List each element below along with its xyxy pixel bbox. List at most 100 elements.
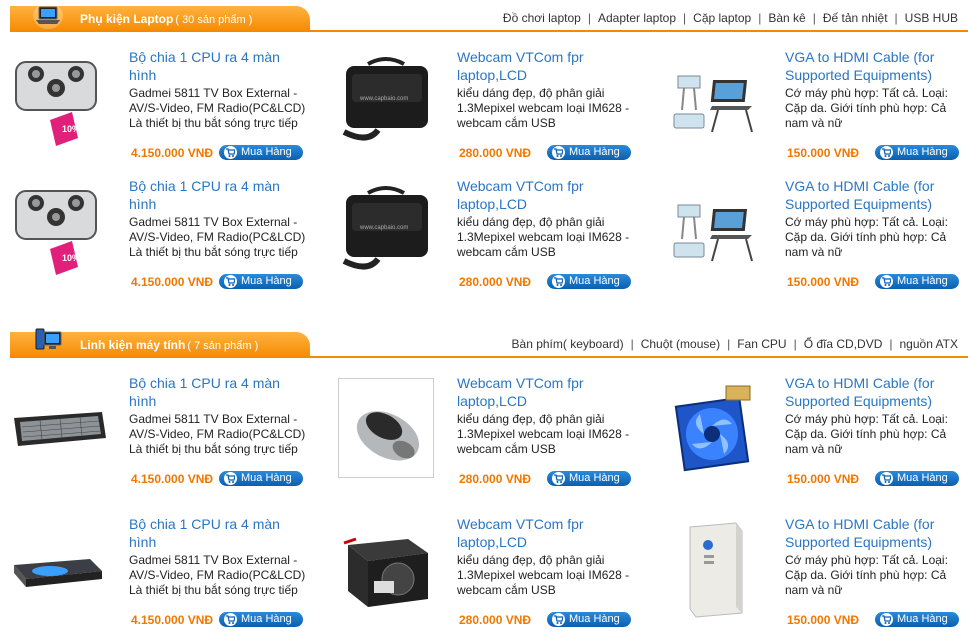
keyboard-image: [14, 412, 106, 446]
product-description: kiểu dáng đẹp, độ phân giải 1.3Mepixel w…: [457, 86, 630, 130]
buy-button[interactable]: Mua Hàng: [875, 145, 959, 160]
product-info: Bộ chia 1 CPU ra 4 màn hình Gadmei 5811 …: [129, 515, 309, 598]
product-name-link[interactable]: VGA to HDMI Cable (for Supported Equipme…: [785, 177, 965, 213]
category-link[interactable]: Bàn kê: [768, 11, 805, 25]
product-image[interactable]: [10, 519, 106, 619]
section-count: ( 30 sản phẩm ): [175, 14, 253, 26]
buy-button-label: Mua Hàng: [569, 472, 620, 484]
buy-button[interactable]: Mua Hàng: [875, 471, 959, 486]
product-description: kiểu dáng đẹp, độ phân giải 1.3Mepixel w…: [457, 412, 630, 456]
product-name-link[interactable]: Webcam VTCom fpr laptop,LCD: [457, 515, 637, 551]
product-bottom: 150.000 VNĐ Mua Hàng: [785, 470, 965, 488]
product-image[interactable]: www.capbaio.com: [338, 52, 434, 152]
product-image[interactable]: [338, 378, 434, 478]
product-card: VGA to HDMI Cable (for Supported Equipme…: [666, 177, 966, 292]
product-card: Webcam VTCom fpr laptop,LCD kiểu dáng đẹ…: [338, 374, 638, 489]
product-description: Cớ máy phù hợp: Tất cả. Loại: Cặp da. Gi…: [785, 86, 948, 130]
product-info: Bộ chia 1 CPU ra 4 màn hình Gadmei 5811 …: [129, 374, 309, 457]
category-link[interactable]: Chuột (mouse): [641, 337, 720, 351]
product-name-link[interactable]: VGA to HDMI Cable (for Supported Equipme…: [785, 374, 965, 410]
product-description: Gadmei 5811 TV Box External - AV/S-Video…: [129, 86, 306, 130]
buy-button-label: Mua Hàng: [897, 275, 948, 287]
buy-button[interactable]: Mua Hàng: [547, 145, 631, 160]
buy-button[interactable]: Mua Hàng: [219, 612, 303, 627]
buy-button[interactable]: Mua Hàng: [219, 274, 303, 289]
cart-icon: [880, 146, 893, 159]
product-name-link[interactable]: Bộ chia 1 CPU ra 4 màn hình: [129, 48, 309, 84]
watermark-text: www.capbaio.com: [359, 225, 408, 231]
category-link[interactable]: Đồ chơi laptop: [503, 11, 581, 25]
cart-icon: [552, 472, 565, 485]
section-header: Phụ kiện Laptop( 30 sản phẩm ) Đồ chơi l…: [10, 3, 968, 32]
laptop-bag-image: www.capbaio.com: [342, 186, 428, 270]
product-image[interactable]: [10, 378, 106, 478]
product-info: Webcam VTCom fpr laptop,LCD kiểu dáng đẹ…: [457, 515, 637, 598]
cart-icon: [880, 613, 893, 626]
link-separator: |: [812, 11, 816, 25]
category-link[interactable]: Adapter laptop: [598, 11, 676, 25]
product-bottom: 280.000 VNĐ Mua Hàng: [457, 144, 637, 162]
product-name-link[interactable]: VGA to HDMI Cable (for Supported Equipme…: [785, 48, 965, 84]
buy-button-label: Mua Hàng: [569, 275, 620, 287]
product-image[interactable]: [666, 181, 762, 281]
product-name-link[interactable]: Webcam VTCom fpr laptop,LCD: [457, 177, 637, 213]
product-price: 150.000 VNĐ: [787, 146, 860, 160]
cart-icon: [224, 146, 237, 159]
product-image[interactable]: [666, 378, 762, 478]
laptop-icon: [33, 3, 63, 29]
buy-button-label: Mua Hàng: [897, 472, 948, 484]
section-title-text: Phụ kiện Laptop: [80, 12, 174, 26]
buy-button[interactable]: Mua Hàng: [219, 145, 303, 160]
product-image[interactable]: 10%: [10, 52, 106, 152]
product-name-link[interactable]: Webcam VTCom fpr laptop,LCD: [457, 374, 637, 410]
product-info: Webcam VTCom fpr laptop,LCD kiểu dáng đẹ…: [457, 177, 637, 260]
product-name-link[interactable]: Bộ chia 1 CPU ra 4 màn hình: [129, 374, 309, 410]
buy-button[interactable]: Mua Hàng: [547, 274, 631, 289]
product-image[interactable]: [666, 519, 762, 619]
product-image[interactable]: [338, 519, 434, 619]
buy-button-label: Mua Hàng: [241, 613, 292, 625]
link-separator: |: [758, 11, 762, 25]
section-laptop-accessories: Phụ kiện Laptop( 30 sản phẩm ) Đồ chơi l…: [10, 3, 968, 32]
product-card: www.capbaio.com Webcam VTCom fpr laptop,…: [338, 48, 638, 163]
product-info: Webcam VTCom fpr laptop,LCD kiểu dáng đẹ…: [457, 374, 637, 457]
product-image[interactable]: www.capbaio.com: [338, 181, 434, 281]
category-link[interactable]: USB HUB: [905, 11, 958, 25]
product-name-link[interactable]: Webcam VTCom fpr laptop,LCD: [457, 48, 637, 84]
cpu-fan-image: [674, 385, 751, 472]
ups-image: [689, 522, 743, 618]
buy-button[interactable]: Mua Hàng: [547, 471, 631, 486]
buy-button[interactable]: Mua Hàng: [875, 274, 959, 289]
dvd-drive-image: [14, 559, 102, 587]
desktop-computer-icon: [35, 328, 62, 350]
product-card: Webcam VTCom fpr laptop,LCD kiểu dáng đẹ…: [338, 515, 638, 630]
product-bottom: 280.000 VNĐ Mua Hàng: [457, 611, 637, 629]
watermark-text: www.capbaio.com: [359, 96, 408, 102]
product-image[interactable]: [666, 52, 762, 152]
category-link[interactable]: Đế tản nhiệt: [823, 11, 888, 25]
product-name-link[interactable]: VGA to HDMI Cable (for Supported Equipme…: [785, 515, 965, 551]
buy-button-label: Mua Hàng: [241, 472, 292, 484]
product-price: 280.000 VNĐ: [459, 146, 532, 160]
buy-button[interactable]: Mua Hàng: [875, 612, 959, 627]
category-link[interactable]: Cặp laptop: [693, 11, 751, 25]
product-bottom: 4.150.000 VNĐ Mua Hàng: [129, 611, 309, 629]
category-link[interactable]: Fan CPU: [737, 337, 786, 351]
buy-button[interactable]: Mua Hàng: [547, 612, 631, 627]
product-image[interactable]: 10%: [10, 181, 106, 281]
product-card: 10% Bộ chia 1 CPU ra 4 màn hình Gadmei 5…: [10, 177, 310, 292]
product-name-link[interactable]: Bộ chia 1 CPU ra 4 màn hình: [129, 177, 309, 213]
product-name-link[interactable]: Bộ chia 1 CPU ra 4 màn hình: [129, 515, 309, 551]
product-price: 4.150.000 VNĐ: [131, 275, 214, 289]
link-separator: |: [894, 11, 898, 25]
link-separator: |: [587, 11, 591, 25]
product-price: 150.000 VNĐ: [787, 275, 860, 289]
category-link[interactable]: Ổ đĩa CD,DVD: [804, 337, 883, 351]
buy-button[interactable]: Mua Hàng: [219, 471, 303, 486]
section-header: Linh kiện máy tính( 7 sản phẩm ) Bàn phí…: [10, 328, 968, 358]
buy-button-label: Mua Hàng: [241, 275, 292, 287]
cart-icon: [224, 472, 237, 485]
category-link[interactable]: nguồn ATX: [900, 337, 959, 351]
laptop-bag-image: www.capbaio.com: [342, 57, 428, 141]
category-link[interactable]: Bàn phím( keyboard): [512, 337, 624, 351]
